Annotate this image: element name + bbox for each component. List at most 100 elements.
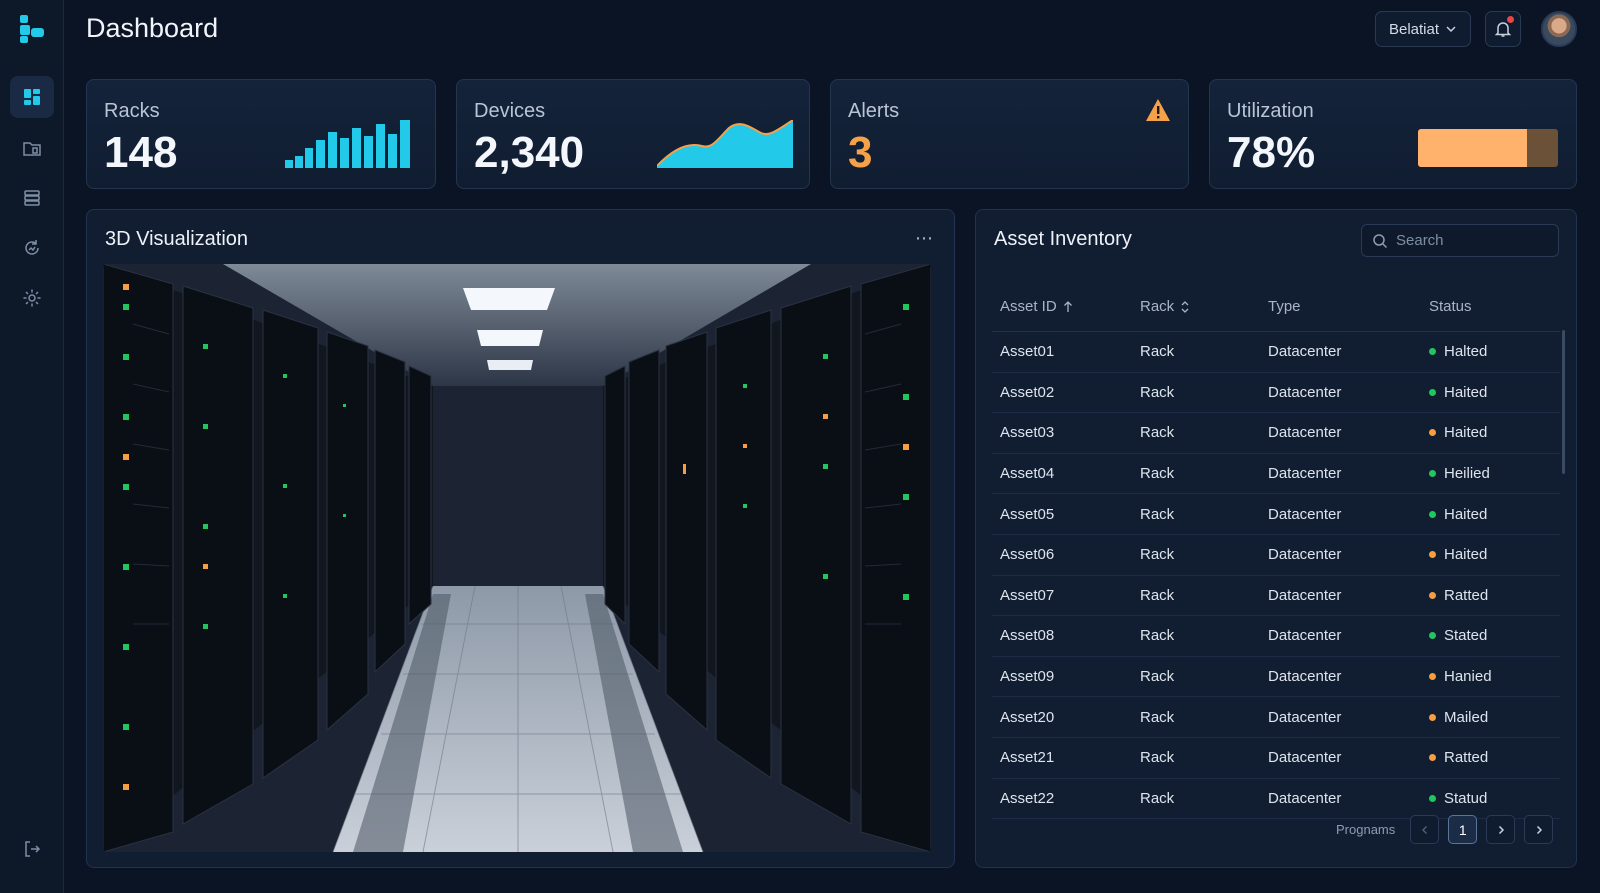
table-row[interactable]: Asset21 Rack Datacenter Ratted [992, 738, 1560, 779]
logo-icon [20, 15, 44, 43]
page-button-1[interactable]: 1 [1448, 815, 1478, 844]
table-row[interactable]: Asset09 Rack Datacenter Hanied [992, 657, 1560, 698]
logout-button[interactable] [10, 828, 54, 870]
cell-asset-id: Asset04 [1000, 465, 1055, 483]
cell-type: Datacenter [1268, 586, 1342, 604]
cell-rack: Rack [1140, 383, 1175, 401]
status-dot [1429, 632, 1436, 640]
user-select-label: Belatiat [1388, 20, 1440, 38]
status-dot [1429, 754, 1436, 762]
sidebar-item-folder[interactable] [10, 127, 54, 169]
utilization-progress-fill [1418, 129, 1528, 167]
kpi-racks-label: Racks [104, 100, 160, 122]
status-text: Statud [1444, 789, 1488, 807]
table-header: Asset ID Rack Type Status [992, 282, 1560, 332]
status-dot [1429, 470, 1436, 478]
column-asset-id[interactable]: Asset ID [992, 298, 1140, 315]
cell-rack: Rack [1140, 789, 1175, 807]
cell-type: Datacenter [1268, 546, 1342, 564]
avatar[interactable] [1541, 11, 1577, 47]
status-text: Hanied [1444, 668, 1492, 686]
table-row[interactable]: Asset06 Rack Datacenter Haited [992, 535, 1560, 576]
status-dot [1429, 713, 1436, 721]
last-page-button[interactable] [1524, 815, 1554, 844]
datacenter-3d-view[interactable] [103, 264, 931, 852]
cell-asset-id: Asset01 [1000, 343, 1055, 361]
sidebar-item-dashboard[interactable] [10, 76, 54, 118]
status-text: Haited [1444, 505, 1488, 523]
kpi-alerts-value: 3 [848, 128, 873, 177]
table-body: Asset01 Rack Datacenter Halted Asset02 Rack Da… [992, 332, 1560, 820]
gear-icon [23, 289, 41, 307]
kpi-racks: Racks 148 [86, 79, 436, 189]
cell-status: Heilied [1429, 465, 1560, 482]
chevron-right-icon [1536, 825, 1542, 834]
sidebar-item-settings[interactable] [10, 277, 54, 319]
refresh-chart-icon [25, 240, 39, 255]
cell-asset-id: Asset05 [1000, 505, 1055, 523]
prev-page-button[interactable] [1410, 815, 1440, 844]
table-row[interactable]: Asset03 Rack Datacenter Haited [992, 413, 1560, 454]
status-dot [1429, 794, 1436, 802]
cell-status: Mailed [1429, 709, 1560, 726]
chevron-down-icon [1446, 26, 1456, 33]
column-status[interactable]: Status [1429, 298, 1560, 315]
user-select[interactable]: Belatiat [1375, 11, 1471, 47]
cell-type: Datacenter [1268, 708, 1342, 726]
column-rack[interactable]: Rack [1140, 298, 1268, 315]
kpi-alerts-label: Alerts [848, 100, 900, 122]
cell-asset-id: Asset06 [1000, 546, 1055, 564]
pagination-label: Prognams [1336, 822, 1396, 837]
table-row[interactable]: Asset02 Rack Datacenter Haited [992, 373, 1560, 414]
cell-asset-id: Asset02 [1000, 383, 1055, 401]
asset-inventory-panel: Asset Inventory Asset ID Rack Type Statu… [975, 209, 1577, 868]
cell-type: Datacenter [1268, 383, 1342, 401]
more-options-icon[interactable]: ⋯ [915, 228, 934, 249]
next-page-button[interactable] [1486, 815, 1516, 844]
cell-rack: Rack [1140, 546, 1175, 564]
search-box[interactable] [1361, 224, 1559, 257]
cell-asset-id: Asset03 [1000, 424, 1055, 442]
search-input[interactable] [1396, 232, 1546, 249]
cell-type: Datacenter [1268, 424, 1342, 442]
table-row[interactable]: Asset01 Rack Datacenter Halted [992, 332, 1560, 373]
cell-status: Hanied [1429, 668, 1560, 685]
table-row[interactable]: Asset20 Rack Datacenter Mailed [992, 697, 1560, 738]
cell-status: Ratted [1429, 749, 1560, 766]
cell-status: Halted [1429, 343, 1560, 360]
notifications-button[interactable] [1485, 11, 1521, 47]
cell-status: Haited [1429, 546, 1560, 563]
cell-asset-id: Asset07 [1000, 586, 1055, 604]
warning-icon [1146, 99, 1170, 121]
cell-asset-id: Asset22 [1000, 789, 1055, 807]
table-row[interactable]: Asset07 Rack Datacenter Ratted [992, 576, 1560, 617]
cell-status: Haited [1429, 506, 1560, 523]
sidebar-item-server[interactable] [10, 177, 54, 219]
cell-rack: Rack [1140, 627, 1175, 645]
status-text: Haited [1444, 383, 1488, 401]
table-row[interactable]: Asset08 Rack Datacenter Stated [992, 616, 1560, 657]
table-scrollbar[interactable] [1562, 330, 1565, 474]
cell-rack: Rack [1140, 505, 1175, 523]
server-icon [24, 190, 40, 206]
status-dot [1429, 551, 1436, 559]
kpi-devices: Devices 2,340 [456, 79, 810, 189]
pagination: Prognams 1 [1336, 815, 1554, 844]
chevron-right-icon [1498, 825, 1504, 834]
status-dot [1429, 673, 1436, 681]
status-text: Mailed [1444, 708, 1489, 726]
status-text: Ratted [1444, 586, 1489, 604]
status-dot [1429, 388, 1436, 396]
status-text: Stated [1444, 627, 1488, 645]
cell-asset-id: Asset20 [1000, 708, 1055, 726]
column-type[interactable]: Type [1268, 298, 1429, 315]
visualization-panel: 3D Visualization ⋯ [86, 209, 955, 868]
kpi-devices-value: 2,340 [474, 128, 585, 177]
status-text: Halted [1444, 343, 1488, 361]
sidebar-item-refresh[interactable] [10, 227, 54, 269]
table-row[interactable]: Asset05 Rack Datacenter Haited [992, 494, 1560, 535]
kpi-utilization-value: 78% [1227, 128, 1316, 177]
table-row[interactable]: Asset22 Rack Datacenter Statud [992, 779, 1560, 820]
table-row[interactable]: Asset04 Rack Datacenter Heilied [992, 454, 1560, 495]
sort-ascending-icon [1063, 300, 1072, 312]
